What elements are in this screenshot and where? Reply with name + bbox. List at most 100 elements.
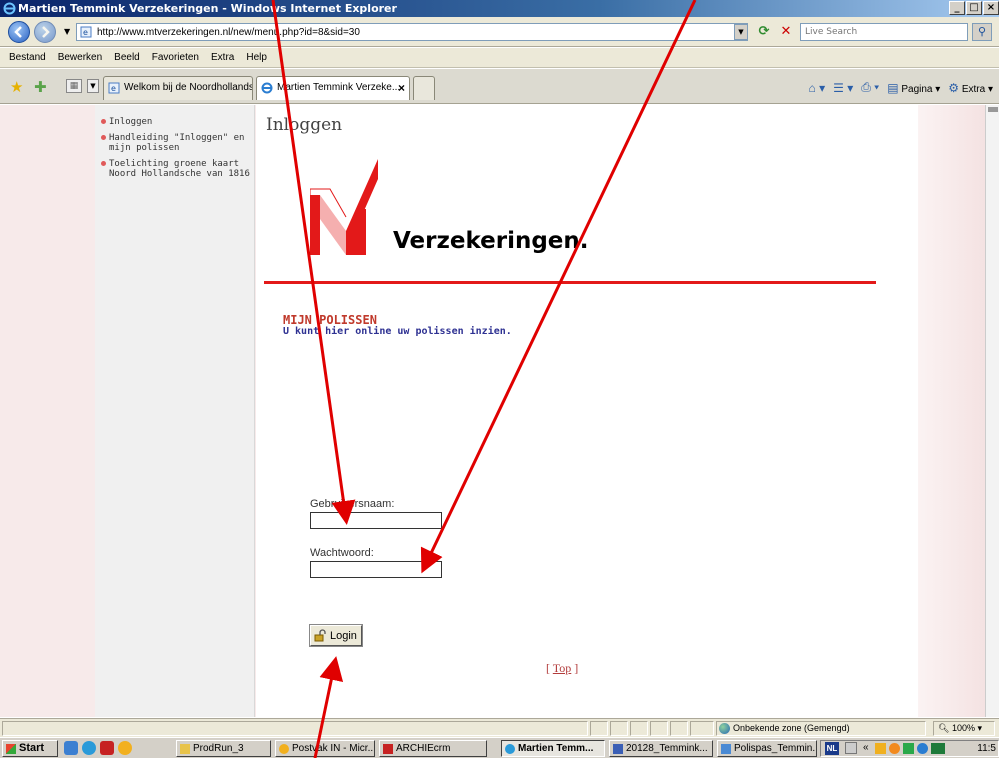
section-heading: MIJN POLISSEN — [283, 313, 377, 327]
ie-logo-icon — [261, 82, 273, 94]
windows-taskbar: Start ProdRun_3 Postvak IN - Micr... ARC… — [0, 737, 999, 758]
app-icon — [383, 744, 393, 754]
quicklaunch-ie-icon[interactable] — [82, 741, 96, 755]
menu-extra[interactable]: Extra — [205, 52, 240, 63]
sidebar-item-label: Handleiding "Inloggen" en mijn polissen — [109, 133, 245, 153]
search-box[interactable] — [800, 23, 968, 41]
search-icon[interactable]: ⚲ — [972, 23, 992, 41]
menu-favorieten[interactable]: Favorieten — [146, 52, 205, 63]
back-button[interactable] — [8, 21, 30, 43]
sidebar-item-groene-kaart[interactable]: Toelichting groene kaart Noord Hollandsc… — [101, 159, 251, 179]
menu-bewerken[interactable]: Bewerken — [52, 52, 108, 63]
keyboard-icon[interactable] — [845, 742, 857, 754]
task-prodrun[interactable]: ProdRun_3 — [176, 740, 271, 757]
tray-sync-icon[interactable] — [917, 743, 928, 754]
zone-label: Onbekende zone (Gemengd) — [733, 723, 850, 733]
task-paint[interactable]: Polispas_Temmin... — [717, 740, 817, 757]
task-label: Martien Temm... — [518, 743, 594, 754]
tray-network-icon[interactable] — [903, 743, 914, 754]
tray-expand-icon[interactable]: « — [863, 742, 869, 753]
task-label: Postvak IN - Micr... — [292, 743, 375, 754]
task-martien-temmink[interactable]: Martien Temm... — [501, 740, 605, 757]
task-label: Polispas_Temmin... — [734, 743, 817, 754]
tab-label: Martien Temmink Verzeke... — [277, 82, 401, 93]
top-link-wrapper: [ Top ] — [546, 661, 578, 676]
page-icon: ▤ — [887, 80, 899, 95]
task-outlook[interactable]: Postvak IN - Micr... — [275, 740, 375, 757]
address-field[interactable]: e — [76, 23, 748, 41]
close-window-button[interactable]: × — [983, 1, 999, 15]
status-segment — [590, 721, 608, 736]
tab-noordhollandsche[interactable]: e Welkom bij de Noordhollands... — [103, 76, 253, 100]
username-label: Gebruikersnaam: — [310, 498, 395, 510]
menu-bar: Bestand Bewerken Beeld Favorieten Extra … — [0, 48, 999, 68]
sidebar-item-handleiding[interactable]: Handleiding "Inloggen" en mijn polissen — [101, 133, 251, 153]
brand-text: Verzekeringen. — [393, 228, 589, 254]
tab-label: Welkom bij de Noordhollands... — [124, 82, 253, 93]
scrollbar-thumb[interactable] — [988, 107, 998, 112]
ie-logo-icon — [3, 2, 16, 15]
quicklaunch-app-icon[interactable] — [100, 741, 114, 755]
history-dropdown-icon[interactable]: ▼ — [64, 27, 70, 36]
stop-icon[interactable]: ✕ — [777, 23, 795, 41]
maximize-button[interactable]: □ — [966, 1, 982, 15]
quicklaunch-outlook-icon[interactable] — [118, 741, 132, 755]
outlook-icon — [279, 744, 289, 754]
quicklaunch-desktop-icon[interactable] — [64, 741, 78, 755]
url-input[interactable] — [97, 24, 737, 40]
page-menu[interactable]: ▤ Pagina ▾ — [887, 81, 940, 95]
tray-mail-icon[interactable] — [875, 743, 886, 754]
home-icon[interactable]: ⌂ ▾ — [809, 81, 826, 95]
forward-arrow-icon — [42, 26, 50, 38]
add-favorite-icon[interactable]: ✚ — [34, 78, 47, 96]
quick-tabs-icon[interactable]: ▦ — [66, 79, 82, 93]
task-archiecrm[interactable]: ARCHIEcrm — [379, 740, 487, 757]
top-link[interactable]: Top — [553, 661, 572, 675]
ie-page-icon: e — [108, 82, 120, 94]
svg-text:e: e — [83, 28, 88, 37]
new-tab-button[interactable] — [413, 76, 435, 100]
forward-button[interactable] — [34, 21, 56, 43]
command-bar: ⌂ ▾ ☰ ▾ ⎙ ▾ ▤ Pagina ▾ ⚙ Extra ▾ — [809, 80, 994, 95]
print-icon[interactable]: ⎙ ▾ — [861, 80, 879, 95]
password-label: Wachtwoord: — [310, 547, 374, 559]
right-background — [918, 105, 985, 717]
minimize-button[interactable]: _ — [949, 1, 965, 15]
window-controls: _ □ × — [949, 1, 999, 15]
sidebar-item-label: Inloggen — [109, 117, 153, 127]
clock: 11:5 — [977, 743, 996, 754]
page-title: Inloggen — [266, 115, 343, 135]
top-link-bracket-close: ] — [574, 661, 579, 675]
feeds-icon[interactable]: ☰ ▾ — [833, 81, 853, 95]
tray-security-icon[interactable] — [931, 743, 945, 754]
paint-icon — [721, 744, 731, 754]
system-tray: NL « 11:5 — [820, 740, 999, 757]
vertical-scrollbar[interactable] — [985, 105, 999, 717]
extra-menu[interactable]: ⚙ Extra ▾ — [948, 81, 993, 95]
close-tab-icon[interactable]: × — [398, 77, 405, 99]
tray-app-icon[interactable] — [889, 743, 900, 754]
menu-beeld[interactable]: Beeld — [108, 52, 146, 63]
tab-list-dropdown-icon[interactable]: ▼ — [87, 79, 99, 93]
language-indicator[interactable]: NL — [825, 742, 839, 755]
start-label: Start — [19, 742, 45, 754]
search-input[interactable] — [801, 24, 967, 40]
menu-help[interactable]: Help — [240, 52, 273, 63]
login-button[interactable]: Login — [310, 625, 362, 646]
status-segment — [670, 721, 688, 736]
task-word-doc[interactable]: 20128_Temmink... — [609, 740, 713, 757]
address-dropdown-icon[interactable]: ▼ — [734, 24, 748, 40]
password-field[interactable] — [310, 561, 442, 578]
refresh-icon[interactable]: ⟳ — [755, 23, 773, 41]
username-field[interactable] — [310, 512, 442, 529]
favorites-star-icon[interactable]: ★ — [10, 78, 23, 96]
security-zone[interactable]: Onbekende zone (Gemengd) — [716, 721, 926, 736]
zoom-control[interactable]: 🔍︎ 100% ▾ — [933, 721, 995, 736]
tab-martien-temmink[interactable]: Martien Temmink Verzeke... × — [256, 76, 410, 100]
popup-blocker-icon[interactable] — [690, 721, 714, 736]
sidebar-item-inloggen[interactable]: Inloggen — [101, 117, 251, 127]
folder-icon — [180, 744, 190, 754]
windows-flag-icon — [6, 744, 16, 754]
menu-bestand[interactable]: Bestand — [3, 52, 52, 63]
start-button[interactable]: Start — [2, 740, 58, 757]
